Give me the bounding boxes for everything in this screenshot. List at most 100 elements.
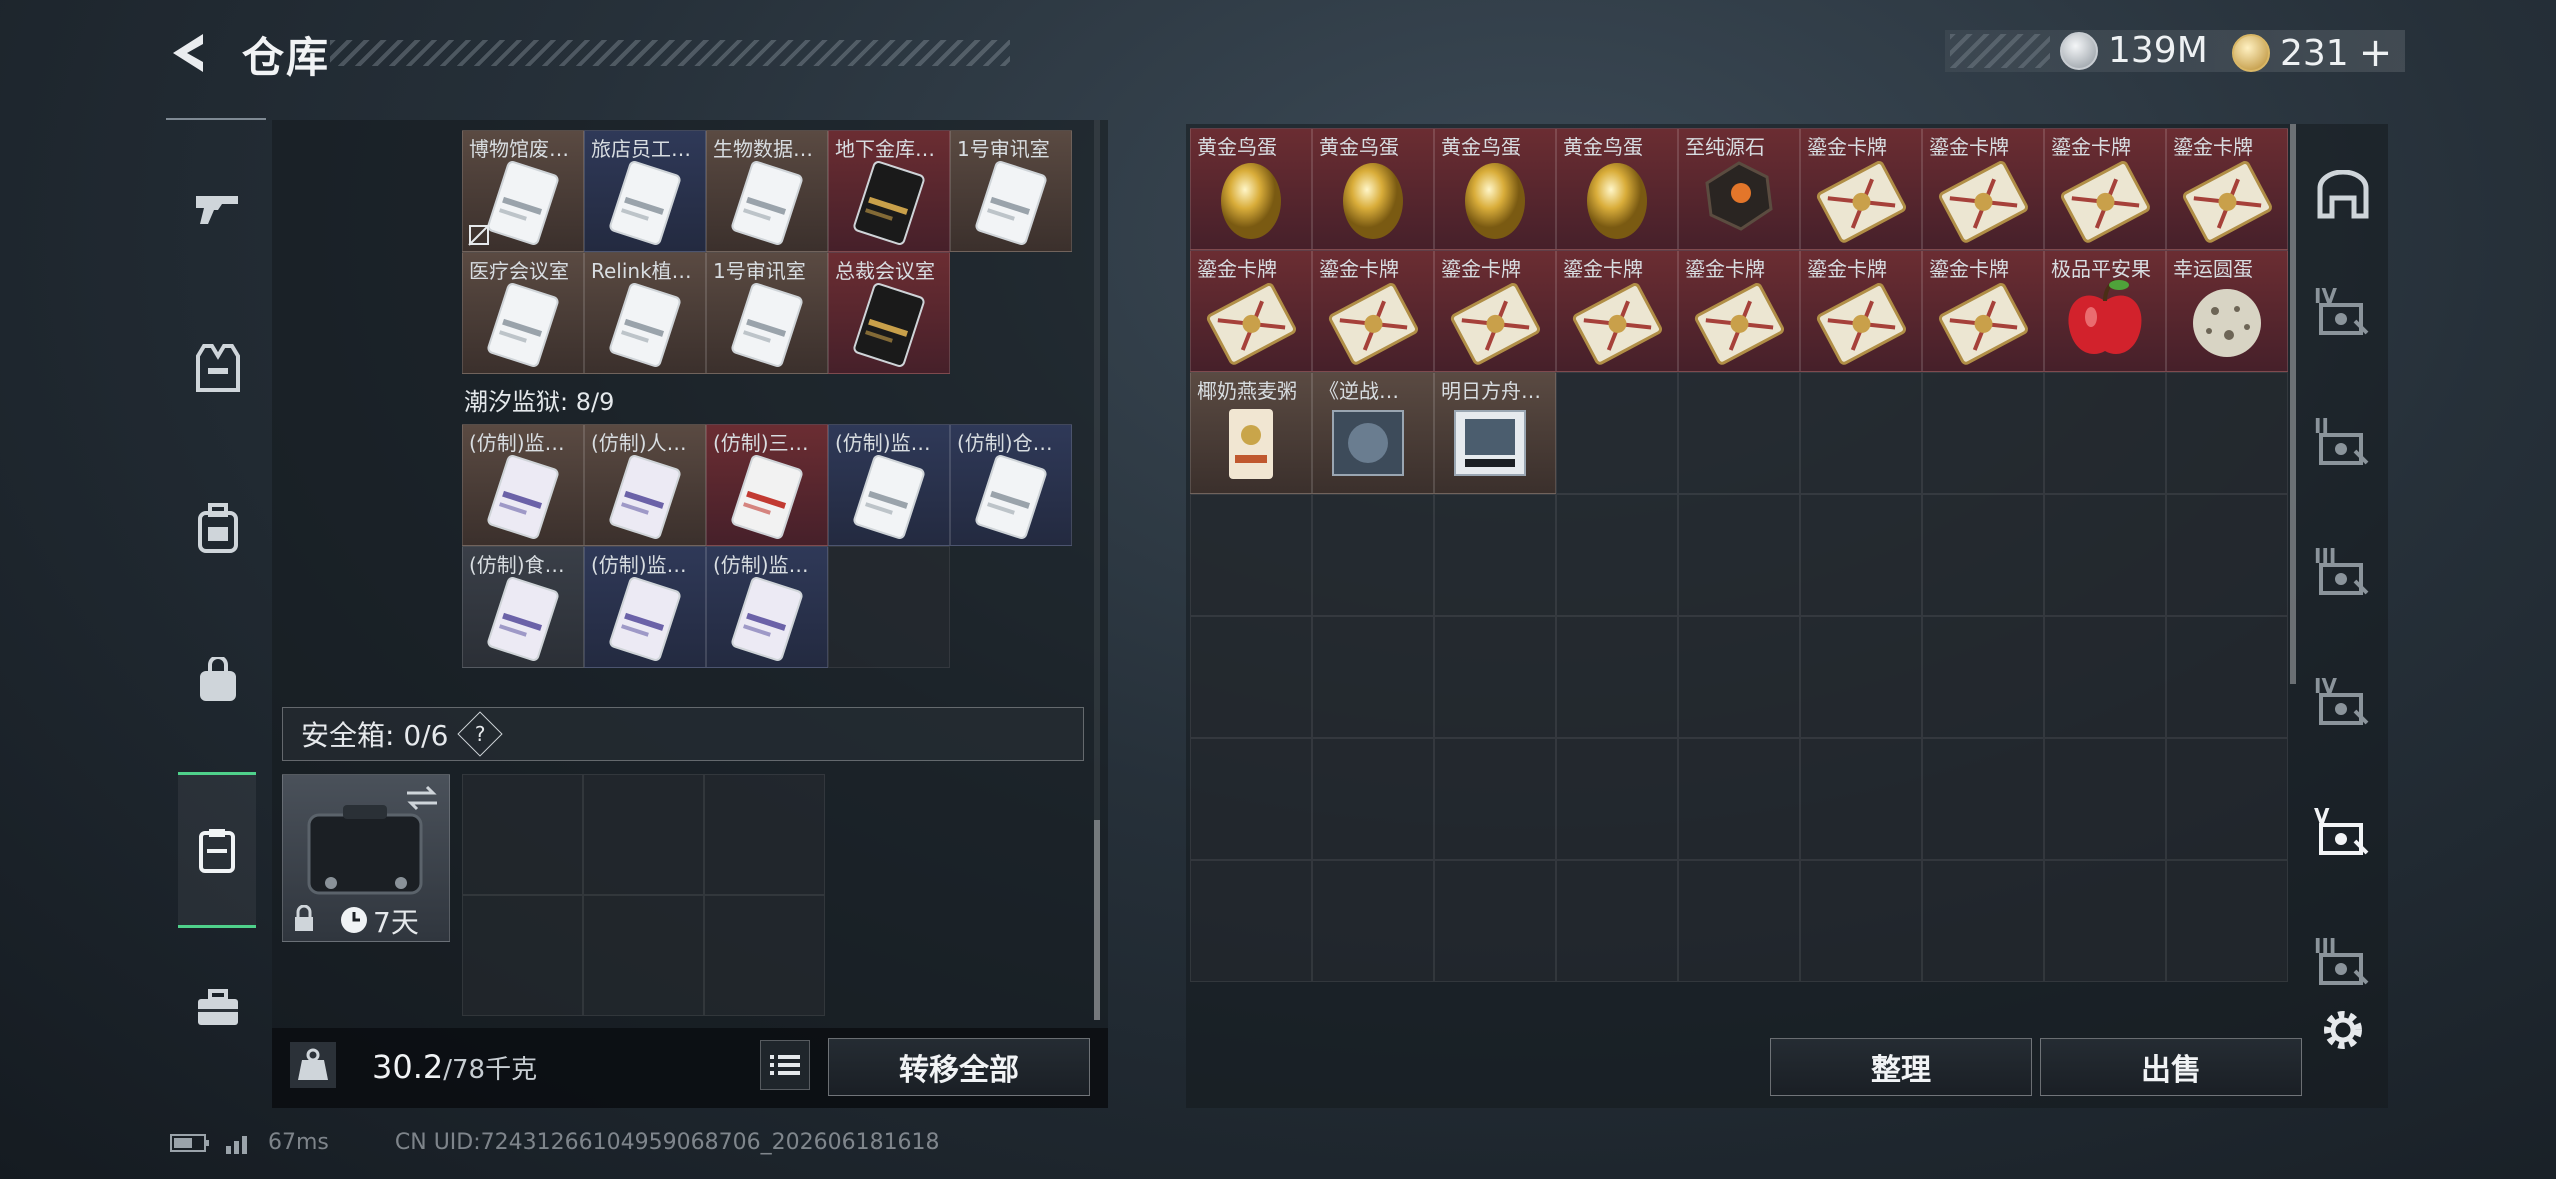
- storage-item[interactable]: 幸运圆蛋: [2166, 250, 2288, 372]
- safebox-slot[interactable]: [583, 895, 704, 1016]
- back-icon[interactable]: [165, 28, 215, 78]
- keycard-item[interactable]: 医疗会议室: [462, 252, 584, 374]
- empty-slot[interactable]: [2044, 372, 2166, 494]
- empty-slot[interactable]: [1800, 372, 1922, 494]
- empty-slot[interactable]: [2044, 494, 2166, 616]
- empty-slot[interactable]: [1312, 616, 1434, 738]
- storage-item[interactable]: 极品平安果: [2044, 250, 2166, 372]
- nav-bag[interactable]: [178, 640, 258, 720]
- nav-armor[interactable]: [178, 328, 258, 408]
- empty-slot[interactable]: [1678, 494, 1800, 616]
- empty-slot[interactable]: [1556, 372, 1678, 494]
- nav-backpack[interactable]: [178, 488, 258, 568]
- empty-slot[interactable]: [1556, 494, 1678, 616]
- keycard-item[interactable]: Relink植…: [584, 252, 706, 374]
- empty-slot[interactable]: [2044, 616, 2166, 738]
- empty-slot[interactable]: [1922, 860, 2044, 982]
- empty-slot[interactable]: [1190, 494, 1312, 616]
- storage-item[interactable]: 《逆战…: [1312, 372, 1434, 494]
- storage-item[interactable]: 鎏金卡牌: [2166, 128, 2288, 250]
- transfer-all-button[interactable]: 转移全部: [828, 1038, 1090, 1096]
- add-currency-button[interactable]: +: [2359, 30, 2393, 76]
- empty-slot[interactable]: [1922, 494, 2044, 616]
- keycard-item[interactable]: 1号审讯室: [706, 252, 828, 374]
- empty-slot[interactable]: [1800, 494, 1922, 616]
- empty-slot[interactable]: [2166, 494, 2288, 616]
- empty-slot[interactable]: [2166, 860, 2288, 982]
- storage-item[interactable]: 鎏金卡牌: [1190, 250, 1312, 372]
- empty-slot[interactable]: [1190, 616, 1312, 738]
- empty-slot[interactable]: [1800, 616, 1922, 738]
- keycard-item[interactable]: (仿制)三…: [706, 424, 828, 546]
- storage-item[interactable]: 鎏金卡牌: [2044, 128, 2166, 250]
- empty-slot[interactable]: [1434, 494, 1556, 616]
- swap-icon[interactable]: [405, 785, 439, 811]
- nav-storage-active[interactable]: [178, 772, 256, 928]
- keycard-item[interactable]: (仿制)仓…: [950, 424, 1072, 546]
- settings-button[interactable]: [2308, 995, 2378, 1065]
- keycard-item[interactable]: (仿制)监…: [828, 424, 950, 546]
- empty-slot[interactable]: [1434, 738, 1556, 860]
- storage-item[interactable]: 鎏金卡牌: [1922, 250, 2044, 372]
- storage-item[interactable]: 明日方舟…: [1434, 372, 1556, 494]
- side-tab-container[interactable]: III: [2308, 930, 2378, 1000]
- empty-slot[interactable]: [2166, 616, 2288, 738]
- storage-item[interactable]: 鎏金卡牌: [1434, 250, 1556, 372]
- safebox-slot[interactable]: [462, 895, 583, 1016]
- empty-slot[interactable]: [2044, 860, 2166, 982]
- empty-slot[interactable]: [1678, 616, 1800, 738]
- storage-item[interactable]: 黄金鸟蛋: [1556, 128, 1678, 250]
- empty-slot[interactable]: [1922, 616, 2044, 738]
- right-scrollbar[interactable]: [2290, 124, 2296, 684]
- keycard-item[interactable]: (仿制)监…: [462, 424, 584, 546]
- side-tab-container[interactable]: IV: [2308, 280, 2378, 350]
- side-tab-container[interactable]: V: [2308, 800, 2378, 870]
- empty-slot[interactable]: [2166, 738, 2288, 860]
- empty-slot[interactable]: [2166, 372, 2288, 494]
- storage-item[interactable]: 鎏金卡牌: [1922, 128, 2044, 250]
- storage-item[interactable]: 至纯源石: [1678, 128, 1800, 250]
- empty-slot[interactable]: [1556, 738, 1678, 860]
- empty-slot[interactable]: [2044, 738, 2166, 860]
- keycard-item[interactable]: (仿制)人…: [584, 424, 706, 546]
- storage-item[interactable]: 黄金鸟蛋: [1434, 128, 1556, 250]
- empty-slot[interactable]: [1190, 738, 1312, 860]
- empty-slot[interactable]: [828, 546, 950, 668]
- list-view-button[interactable]: [760, 1040, 810, 1090]
- nav-weapons[interactable]: [178, 168, 258, 248]
- sell-button[interactable]: 出售: [2040, 1038, 2302, 1096]
- empty-slot[interactable]: [1678, 738, 1800, 860]
- keycard-item[interactable]: 旅店员工…: [584, 130, 706, 252]
- safebox-slot[interactable]: [462, 774, 583, 895]
- keycard-item[interactable]: 地下金库…: [828, 130, 950, 252]
- nav-toolbox[interactable]: [178, 968, 258, 1048]
- safebox-slot[interactable]: [583, 774, 704, 895]
- empty-slot[interactable]: [1678, 860, 1800, 982]
- keycard-item[interactable]: 生物数据…: [706, 130, 828, 252]
- storage-item[interactable]: 黄金鸟蛋: [1312, 128, 1434, 250]
- keycard-item[interactable]: (仿制)食…: [462, 546, 584, 668]
- empty-slot[interactable]: [1556, 616, 1678, 738]
- keycard-item[interactable]: (仿制)监…: [584, 546, 706, 668]
- storage-item[interactable]: 鎏金卡牌: [1800, 128, 1922, 250]
- keycard-item[interactable]: 1号审讯室: [950, 130, 1072, 252]
- storage-item[interactable]: 鎏金卡牌: [1678, 250, 1800, 372]
- safebox-slot[interactable]: [704, 895, 825, 1016]
- storage-item[interactable]: 鎏金卡牌: [1312, 250, 1434, 372]
- empty-slot[interactable]: [1922, 738, 2044, 860]
- keycard-item[interactable]: (仿制)监…: [706, 546, 828, 668]
- left-scrollbar-thumb[interactable]: [1094, 820, 1100, 1020]
- storage-item[interactable]: 鎏金卡牌: [1800, 250, 1922, 372]
- keycard-item[interactable]: 总裁会议室: [828, 252, 950, 374]
- side-tab-home[interactable]: [2308, 160, 2378, 230]
- side-tab-container[interactable]: II: [2308, 410, 2378, 480]
- empty-slot[interactable]: [1678, 372, 1800, 494]
- empty-slot[interactable]: [1922, 372, 2044, 494]
- safebox-case[interactable]: 7天: [282, 774, 450, 942]
- safebox-help-button[interactable]: ?: [457, 711, 504, 757]
- storage-item[interactable]: 黄金鸟蛋: [1190, 128, 1312, 250]
- empty-slot[interactable]: [1312, 860, 1434, 982]
- tidy-button[interactable]: 整理: [1770, 1038, 2032, 1096]
- keycard-item[interactable]: 博物馆废…: [462, 130, 584, 252]
- side-tab-container[interactable]: III: [2308, 540, 2378, 610]
